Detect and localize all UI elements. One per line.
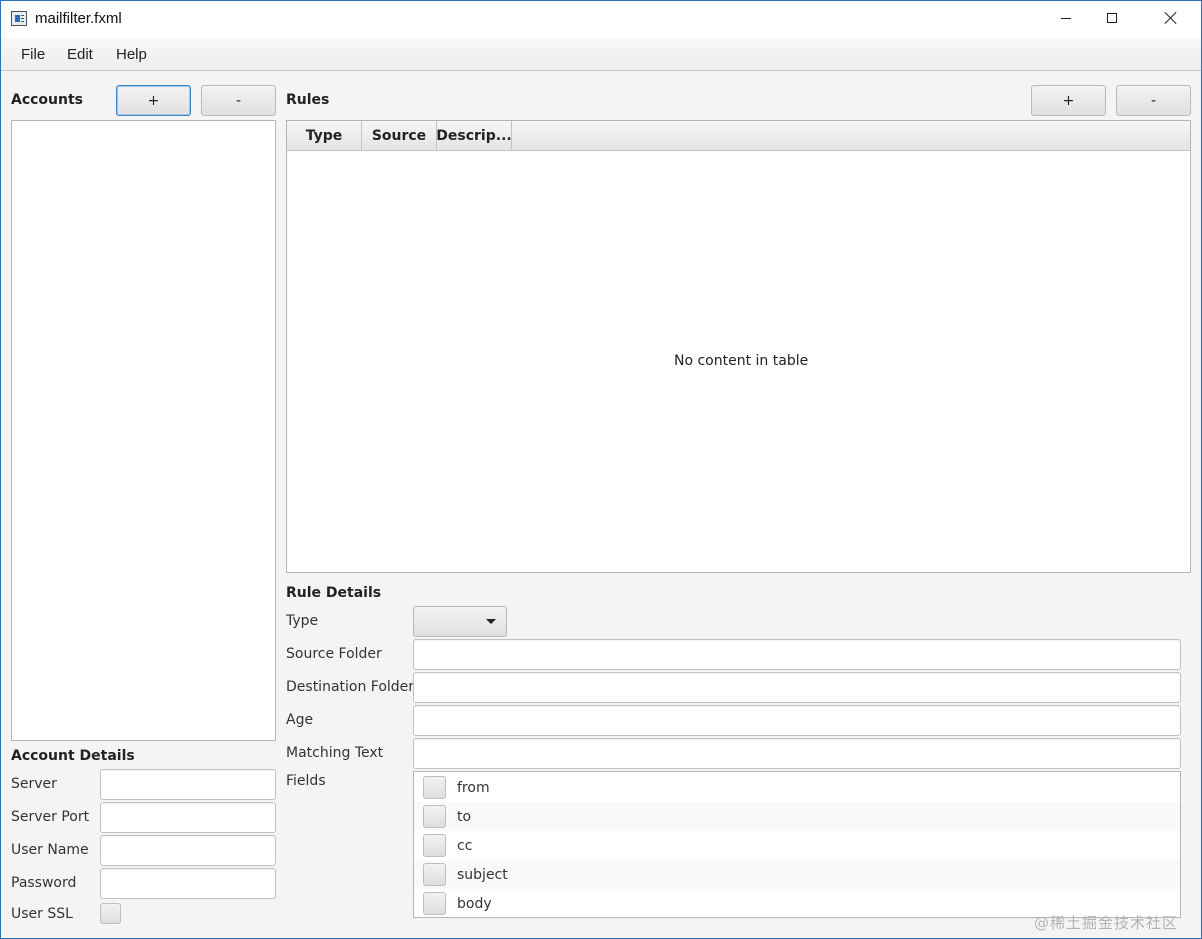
server-field[interactable]	[100, 769, 276, 800]
rules-table[interactable]: Type Source Descrip... No content in tab…	[286, 120, 1191, 573]
ssl-checkbox[interactable]	[100, 903, 121, 924]
cc-checkbox[interactable]	[423, 834, 446, 857]
column-header-type[interactable]: Type	[287, 121, 362, 151]
destination-folder-field[interactable]	[413, 672, 1181, 703]
subject-checkbox[interactable]	[423, 863, 446, 886]
field-option-from[interactable]: from	[414, 773, 1180, 802]
server-port-label: Server Port	[11, 809, 90, 825]
user-name-field[interactable]	[100, 835, 276, 866]
field-option-to[interactable]: to	[414, 802, 1180, 831]
source-folder-field[interactable]	[413, 639, 1181, 670]
matching-text-label: Matching Text	[286, 745, 384, 761]
field-option-label: to	[457, 808, 472, 825]
field-option-label: body	[457, 895, 492, 912]
empty-table-placeholder: No content in table	[674, 353, 809, 369]
menu-bar	[1, 38, 1201, 71]
field-option-subject[interactable]: subject	[414, 860, 1180, 889]
close-button[interactable]	[1148, 0, 1194, 36]
destination-folder-label: Destination Folder	[286, 679, 415, 695]
to-checkbox[interactable]	[423, 805, 446, 828]
field-option-label: subject	[457, 866, 508, 883]
field-option-cc[interactable]: cc	[414, 831, 1180, 860]
field-option-label: cc	[457, 837, 473, 854]
minimize-button[interactable]	[1043, 0, 1089, 36]
rules-table-header: Type Source Descrip...	[287, 121, 1190, 151]
accounts-title: Accounts	[11, 92, 84, 108]
age-field[interactable]	[413, 705, 1181, 736]
window-title: mailfilter.fxml	[35, 10, 122, 27]
column-header-description[interactable]: Descrip...	[437, 121, 512, 151]
title-bar	[0, 0, 1202, 38]
add-account-button[interactable]: +	[116, 85, 191, 116]
remove-rule-button[interactable]: -	[1116, 85, 1191, 116]
from-checkbox[interactable]	[423, 776, 446, 799]
menu-file[interactable]: File	[21, 46, 45, 63]
watermark: @稀土掘金技术社区	[1034, 914, 1179, 932]
fields-list[interactable]: from to cc subject body	[413, 771, 1181, 918]
rules-title: Rules	[286, 92, 330, 108]
server-label: Server	[11, 776, 57, 792]
close-icon	[1164, 11, 1178, 25]
fields-label: Fields	[286, 773, 326, 789]
source-folder-label: Source Folder	[286, 646, 382, 662]
ssl-label: User SSL	[11, 906, 73, 922]
matching-text-field[interactable]	[413, 738, 1181, 769]
minimize-icon	[1061, 17, 1071, 19]
accounts-list[interactable]	[11, 120, 276, 741]
password-field[interactable]	[100, 868, 276, 899]
remove-account-button[interactable]: -	[201, 85, 276, 116]
rule-details-title: Rule Details	[286, 585, 382, 601]
app-icon	[11, 11, 27, 26]
body-checkbox[interactable]	[423, 892, 446, 915]
type-label: Type	[286, 613, 319, 629]
age-label: Age	[286, 712, 314, 728]
add-rule-button[interactable]: +	[1031, 85, 1106, 116]
maximize-button[interactable]	[1089, 0, 1135, 36]
menu-help[interactable]: Help	[116, 46, 147, 63]
server-port-field[interactable]	[100, 802, 276, 833]
account-details-title: Account Details	[11, 748, 135, 764]
menu-edit[interactable]: Edit	[67, 46, 93, 63]
password-label: Password	[11, 875, 77, 891]
field-option-label: from	[457, 779, 490, 796]
type-combobox[interactable]	[413, 606, 507, 637]
maximize-icon	[1107, 13, 1117, 23]
chevron-down-icon	[486, 619, 496, 624]
column-header-source[interactable]: Source	[362, 121, 437, 151]
user-name-label: User Name	[11, 842, 89, 858]
